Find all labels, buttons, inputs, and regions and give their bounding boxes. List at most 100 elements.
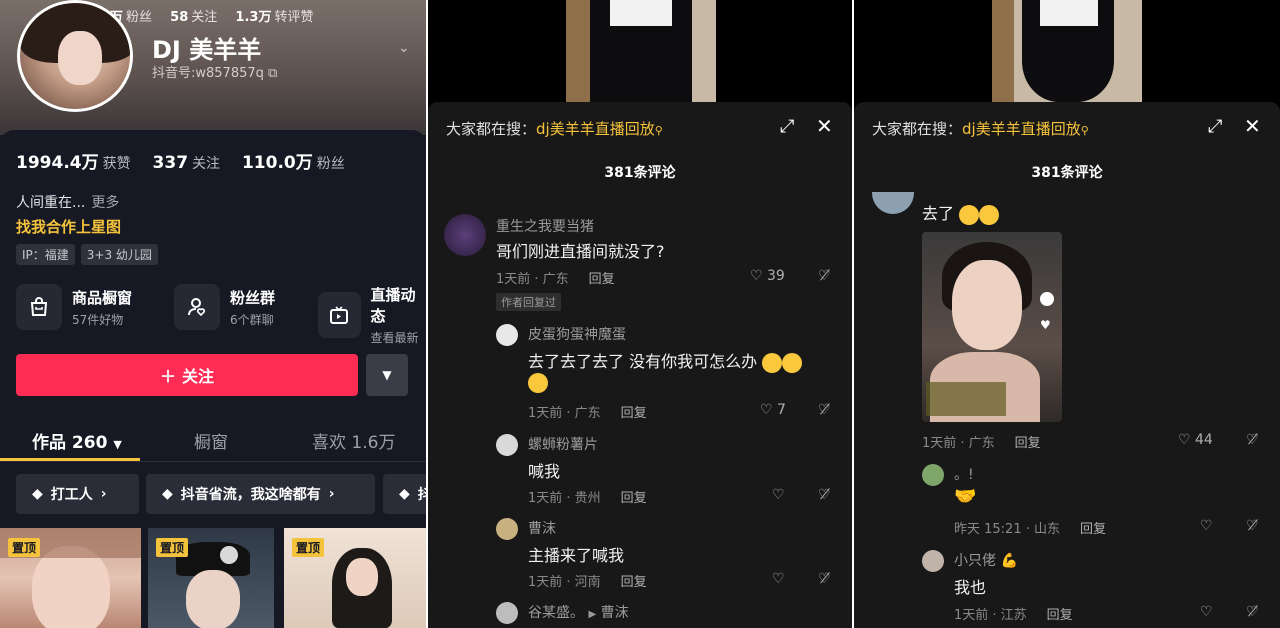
commenter-name[interactable]: 小只佬 💪 [954, 550, 1018, 570]
comment-text-content: 去了去了去了 没有你我可怎么办 [528, 352, 758, 371]
comment-text: 喊我 [528, 462, 561, 481]
heart-icon[interactable]: ♡ [772, 487, 785, 503]
school-tag[interactable]: 3+3 幼儿园 [80, 244, 158, 265]
service-sub: 查看最新 [370, 331, 419, 345]
profile-top-stats: 万粉丝 58关注 1.3万转评赞 [110, 6, 327, 25]
expand-icon[interactable]: ⤢ [1208, 116, 1222, 137]
dislike-heart-icon[interactable]: ♡̸ [1246, 604, 1259, 620]
video-thumbnail[interactable]: 置顶 [284, 528, 426, 628]
commenter-name[interactable]: 。! [954, 464, 974, 484]
avatar[interactable] [496, 518, 518, 540]
avatar[interactable] [872, 192, 914, 214]
video-preview[interactable] [566, 0, 716, 102]
collection-label: 抖音省流，我这啥都有 [180, 487, 321, 503]
ip-tag: IP：福建 [16, 244, 75, 265]
like-button[interactable]: ♡ 7 [760, 402, 786, 418]
comment-time-location: 1天前 · 江苏 [954, 608, 1027, 623]
dislike-heart-icon[interactable]: ♡̸ [1246, 518, 1259, 534]
video-thumbnail[interactable]: 置顶 [148, 528, 274, 628]
reply-button[interactable]: 回复 [589, 272, 615, 287]
dislike-heart-icon[interactable]: ♡̸ [818, 402, 831, 418]
crying-emoji-icon [528, 372, 548, 393]
profile-avatar[interactable] [17, 0, 133, 112]
tab-shop-window[interactable]: 橱窗 [194, 428, 228, 453]
video-thumbnail[interactable]: 置顶 [0, 528, 141, 628]
tab-works[interactable]: 作品 260 ▼ [32, 428, 122, 453]
avatar[interactable] [496, 602, 518, 624]
dislike-heart-icon[interactable]: ♡̸ [818, 268, 831, 284]
reply-button[interactable]: 回复 [1047, 608, 1073, 623]
comment-count: 381条评论 [604, 165, 676, 181]
like-button[interactable]: ♡ 44 [1178, 432, 1213, 448]
shopping-bag-icon [16, 284, 62, 330]
dislike-heart-icon[interactable]: ♡̸ [818, 487, 831, 503]
tab-likes[interactable]: 喜欢 1.6万 [312, 428, 395, 453]
profile-tags: IP：福建 3+3 幼儿园 [16, 244, 158, 265]
heart-icon[interactable]: ♡ [1200, 518, 1213, 534]
heart-icon[interactable]: ♡ [772, 571, 785, 587]
reply-button[interactable]: 回复 [1080, 522, 1106, 537]
followers-label: 粉丝 [316, 156, 345, 172]
commenter-name[interactable]: 重生之我要当猪 [496, 216, 594, 236]
collab-link[interactable]: 找我合作上星图 [16, 216, 121, 237]
like-button[interactable]: ♡ 39 [750, 268, 785, 284]
commenter-name[interactable]: 螺蛳粉薯片 [528, 434, 598, 454]
following-count[interactable]: 337 [153, 153, 189, 173]
collection-chip[interactable]: ◆ 抖 [383, 474, 426, 514]
dislike-heart-icon[interactable]: ♡̸ [818, 571, 831, 587]
follow-dropdown-button[interactable]: ▼ [366, 354, 408, 396]
search-term[interactable]: dj美羊羊直播回放 [536, 120, 655, 138]
like-count: 39 [767, 268, 785, 284]
heart-icon[interactable]: ♡ [1200, 604, 1213, 620]
profile-tabs: 作品 260 ▼ 橱窗 喜欢 1.6万 [0, 418, 426, 462]
commenter-name[interactable]: 曹沫 [528, 518, 556, 538]
service-live[interactable]: 直播动态 查看最新 [318, 284, 426, 346]
copy-icon[interactable]: ⧉ [268, 66, 277, 81]
search-suggestion[interactable]: 大家都在搜：dj美羊羊直播回放⚲ [872, 118, 1089, 139]
reply-to-name[interactable]: 曹沫 [601, 605, 629, 621]
commenter-name[interactable]: 皮蛋狗蛋神魔蛋 [528, 324, 626, 344]
douyin-id[interactable]: 抖音号:w857857q ⧉ [152, 62, 277, 81]
service-title: 直播动态 [370, 286, 416, 325]
comment-text: 主播来了喊我 [528, 546, 625, 565]
avatar[interactable] [496, 434, 518, 456]
collection-chip[interactable]: ◆ 打工人 › [16, 474, 139, 514]
close-icon[interactable]: ✕ [1244, 114, 1261, 138]
reply-button[interactable]: 回复 [621, 575, 647, 590]
live-tv-icon [318, 292, 361, 338]
comment-time-location: 1天前 · 广东 [496, 272, 569, 287]
close-icon[interactable]: ✕ [816, 114, 833, 138]
reply-button[interactable]: 回复 [621, 406, 647, 421]
avatar[interactable] [922, 550, 944, 572]
expand-icon[interactable]: ⤢ [780, 116, 794, 137]
comment-meta: 1天前 · 广东 回复 [496, 268, 615, 287]
reply-button[interactable]: 回复 [621, 491, 647, 506]
commenter-name[interactable]: 谷某盛。 ▶ 曹沫 [528, 602, 629, 622]
bio-more-link[interactable]: 更多 [91, 195, 119, 211]
avatar[interactable] [496, 324, 518, 346]
collection-chip[interactable]: ◆ 抖音省流，我这啥都有 › [146, 474, 375, 514]
dislike-heart-icon[interactable]: ♡̸ [1246, 432, 1259, 448]
avatar[interactable] [922, 464, 944, 486]
comment-meta: 昨天 15:21 · 山东 回复 [954, 518, 1106, 537]
service-fan-group[interactable]: 粉丝群 6个群聊 [174, 284, 275, 330]
search-suggestion[interactable]: 大家都在搜：dj美羊羊直播回放⚲ [446, 118, 663, 139]
service-shop-window[interactable]: 商品橱窗 57件好物 [16, 284, 132, 330]
avatar[interactable] [444, 214, 486, 256]
collection-label: 抖 [417, 487, 426, 503]
comment-text: 我也 [954, 578, 987, 597]
followers-count[interactable]: 110.0万 [242, 153, 313, 173]
search-term[interactable]: dj美羊羊直播回放 [962, 120, 1081, 138]
video-preview[interactable] [992, 0, 1142, 102]
comments-panel-b: 大家都在搜：dj美羊羊直播回放⚲ ⤢ ✕ 381条评论 去了 ♥ 1天前 · 广… [854, 0, 1280, 628]
collection-label: 打工人 [50, 487, 93, 503]
likes-count[interactable]: 1994.4万 [16, 153, 99, 173]
comment-image[interactable]: ♥ [922, 232, 1062, 422]
reply-button[interactable]: 回复 [1015, 436, 1041, 451]
follow-button[interactable]: ＋ 关注 [16, 354, 358, 396]
chevron-down-icon[interactable]: ⌄ [398, 40, 410, 56]
comment-meta: 1天前 · 河南 回复 [528, 571, 647, 590]
top-stat-label: 关注 [191, 10, 218, 25]
heart-icon: ♡ [760, 402, 773, 418]
service-sub: 6个群聊 [230, 312, 274, 327]
